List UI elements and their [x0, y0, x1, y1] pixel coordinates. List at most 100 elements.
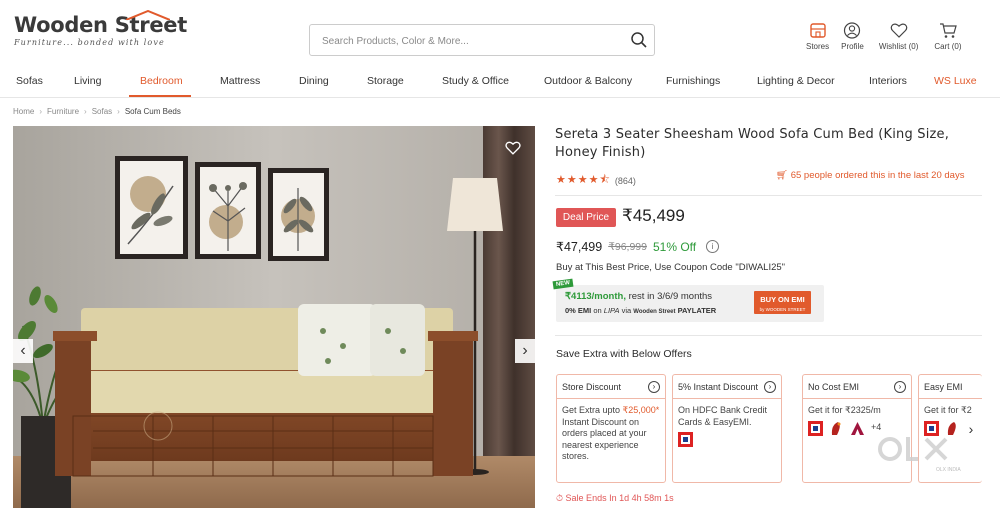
discount-percent: 51% Off	[652, 239, 697, 254]
search-input[interactable]	[322, 31, 622, 51]
nav-active-indicator	[129, 95, 191, 97]
cart-button[interactable]: Cart (0)	[934, 22, 962, 51]
logo-roof-icon	[126, 10, 170, 20]
sofa-photo	[13, 126, 535, 508]
hdfc-logo-icon	[678, 432, 693, 447]
new-badge: NEW	[552, 278, 574, 290]
emi-partner-line: 0% EMI on LIPA via Wooden Street PAYLATE…	[565, 306, 716, 315]
lipa-logo: LIPA	[603, 306, 620, 315]
chevron-right-icon: ›	[894, 381, 906, 393]
search-icon[interactable]	[630, 31, 648, 49]
offer-text: Get it for ₹2	[924, 405, 972, 415]
hdfc-logo-icon	[808, 420, 823, 436]
emi-offer-box: NEW ₹4113/month, rest in 3/6/9 months 0%…	[552, 278, 824, 322]
cart-small-icon: 🛒︎	[776, 170, 789, 181]
nav-item-study-office[interactable]: Study & Office	[442, 75, 509, 87]
nav-item-outdoor-balcony[interactable]: Outdoor & Balcony	[544, 75, 632, 87]
nav-item-living[interactable]: Living	[74, 75, 101, 87]
star-rating-icon: ★★★★⯪	[556, 174, 611, 186]
stores-label: Stores	[806, 42, 830, 51]
wishlist-button[interactable]: Wishlist (0)	[878, 22, 919, 51]
nav-item-storage[interactable]: Storage	[367, 75, 404, 87]
price-row: ₹47,499 ₹96,999 51% Off i	[556, 239, 720, 254]
orders-notice: 🛒︎ 65 people ordered this in the last 20…	[776, 170, 964, 181]
chevron-right-icon: ›	[648, 381, 660, 393]
emi-on-label: on	[593, 306, 602, 315]
buy-on-emi-button[interactable]: BUY ON EMI by WOODEN STREET	[754, 291, 811, 314]
offer-card-instant-discount[interactable]: 5% Instant Discount › On HDFC Bank Credi…	[672, 374, 782, 483]
nav-item-furnishings[interactable]: Furnishings	[666, 75, 720, 87]
offer-text: On HDFC Bank Credit Cards & EasyEMI.	[678, 405, 768, 427]
nav-item-dining[interactable]: Dining	[299, 75, 329, 87]
nav-item-bedroom[interactable]: Bedroom	[140, 75, 183, 87]
cart-icon	[939, 23, 957, 38]
add-to-wishlist-icon[interactable]	[504, 140, 522, 156]
search-bar	[309, 24, 655, 56]
axis-logo-icon	[851, 421, 864, 435]
watermark-text: OLX INDIA	[936, 467, 961, 473]
emi-line: ₹4113/month, rest in 3/6/9 months	[565, 291, 712, 302]
coupon-text: Buy at This Best Price, Use Coupon Code …	[556, 262, 786, 273]
breadcrumb-furniture[interactable]: Furniture	[47, 107, 79, 116]
offer-body: Get Extra upto ₹25,000* Instant Discount…	[557, 399, 665, 469]
next-image-button[interactable]: ›	[515, 339, 535, 363]
orders-text: 65 people ordered this in the last 20 da…	[790, 170, 965, 181]
heart-icon	[890, 23, 907, 38]
offer-text: Instant Discount on orders placed at you…	[562, 416, 647, 462]
offer-text: Get it for ₹2325/m	[808, 405, 881, 415]
review-count: (864)	[614, 175, 636, 186]
zero-emi-label: 0% EMI	[565, 306, 592, 315]
cart-label: Cart (0)	[934, 42, 962, 51]
paylater-logo: PAYLATER	[677, 306, 717, 315]
sale-countdown: ⏱ Sale Ends In 1d 4h 58m 1s	[556, 493, 674, 504]
offer-card-store-discount[interactable]: Store Discount › Get Extra upto ₹25,000*…	[556, 374, 666, 483]
olx-watermark: OLX INDIA	[878, 437, 961, 473]
chevron-right-icon: ›	[764, 381, 776, 393]
breadcrumb-current: Sofa Cum Beds	[124, 107, 181, 116]
site-header: Wooden Street Furniture... bonded with l…	[0, 0, 1000, 62]
selling-price: ₹47,499	[556, 240, 603, 254]
nav-item-ws-luxe[interactable]: WS Luxe	[934, 75, 977, 87]
emi-amount: ₹4113/month,	[565, 291, 626, 302]
breadcrumb-separator-icon: ›	[117, 107, 120, 116]
info-icon[interactable]: i	[706, 240, 720, 253]
deal-price: ₹45,499	[622, 206, 685, 225]
main-navigation: Sofas Living Bedroom Mattress Dining Sto…	[0, 62, 1000, 98]
bank-logos	[678, 432, 776, 447]
product-rating[interactable]: ★★★★⯪ (864)	[556, 171, 636, 190]
sale-countdown-text: Sale Ends In 1d 4h 58m 1s	[565, 493, 674, 503]
offer-body: On HDFC Bank Credit Cards & EasyEMI.	[673, 399, 781, 453]
breadcrumb-home[interactable]: Home	[13, 107, 34, 116]
icici-logo-icon	[831, 421, 841, 435]
clock-icon: ⏱	[556, 493, 564, 503]
nav-item-lighting-decor[interactable]: Lighting & Decor	[757, 75, 835, 87]
logo[interactable]: Wooden Street Furniture... bonded with l…	[14, 10, 187, 47]
stores-button[interactable]: Stores	[806, 22, 829, 51]
profile-button[interactable]: Profile	[841, 22, 864, 51]
offer-highlight: ₹25,000*	[622, 405, 660, 415]
breadcrumb: Home › Furniture › Sofas › Sofa Cum Beds	[13, 107, 181, 116]
nav-item-interiors[interactable]: Interiors	[869, 75, 907, 87]
offer-text: Get Extra upto	[562, 405, 623, 415]
wishlist-label: Wishlist (0)	[878, 42, 919, 51]
nav-item-mattress[interactable]: Mattress	[220, 75, 260, 87]
profile-label: Profile	[841, 42, 864, 51]
offers-heading: Save Extra with Below Offers	[556, 348, 692, 360]
logo-tagline: Furniture... bonded with love	[14, 38, 165, 47]
buy-on-emi-sublabel: by WOODEN STREET	[759, 307, 806, 312]
nav-item-sofas[interactable]: Sofas	[16, 75, 43, 87]
deal-price-badge: Deal Price	[556, 208, 616, 227]
ws-small-logo: Wooden Street	[633, 309, 676, 315]
breadcrumb-separator-icon: ›	[39, 107, 43, 116]
prev-image-button[interactable]: ‹	[13, 339, 33, 363]
offer-title: Easy EMI	[919, 375, 982, 399]
divider	[555, 195, 982, 196]
breadcrumb-separator-icon: ›	[84, 107, 87, 116]
profile-icon	[844, 22, 861, 39]
breadcrumb-sofas[interactable]: Sofas	[92, 107, 112, 116]
buy-on-emi-label: BUY ON EMI	[760, 295, 805, 304]
divider	[555, 335, 982, 336]
product-title: Sereta 3 Seater Sheesham Wood Sofa Cum B…	[555, 127, 950, 160]
store-icon	[809, 23, 826, 38]
product-image[interactable]: ‹ ›	[13, 126, 535, 508]
